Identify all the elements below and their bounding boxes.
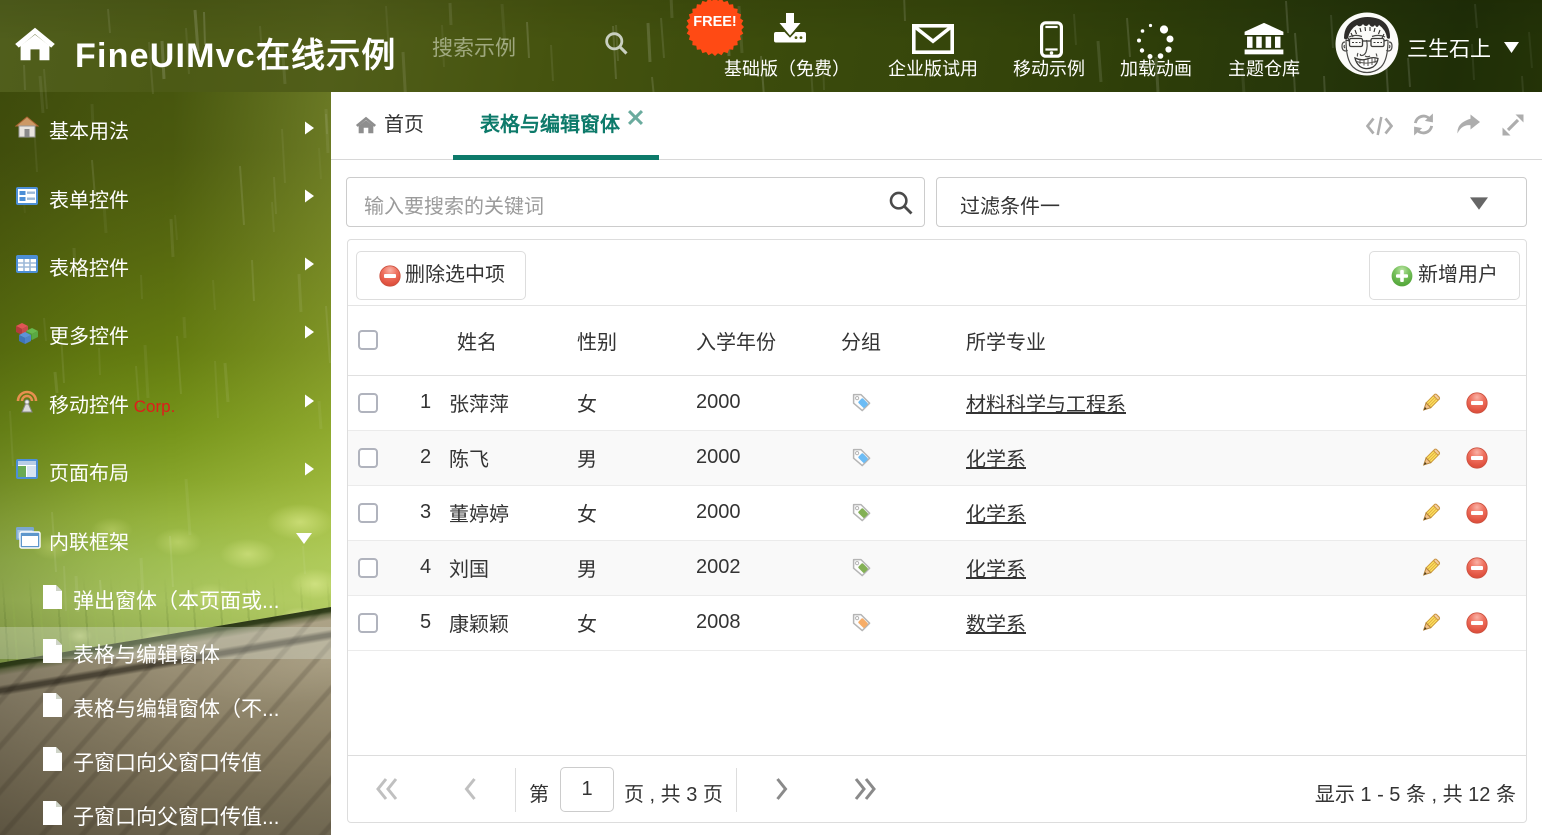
svg-text:FREE!: FREE! (693, 14, 737, 30)
